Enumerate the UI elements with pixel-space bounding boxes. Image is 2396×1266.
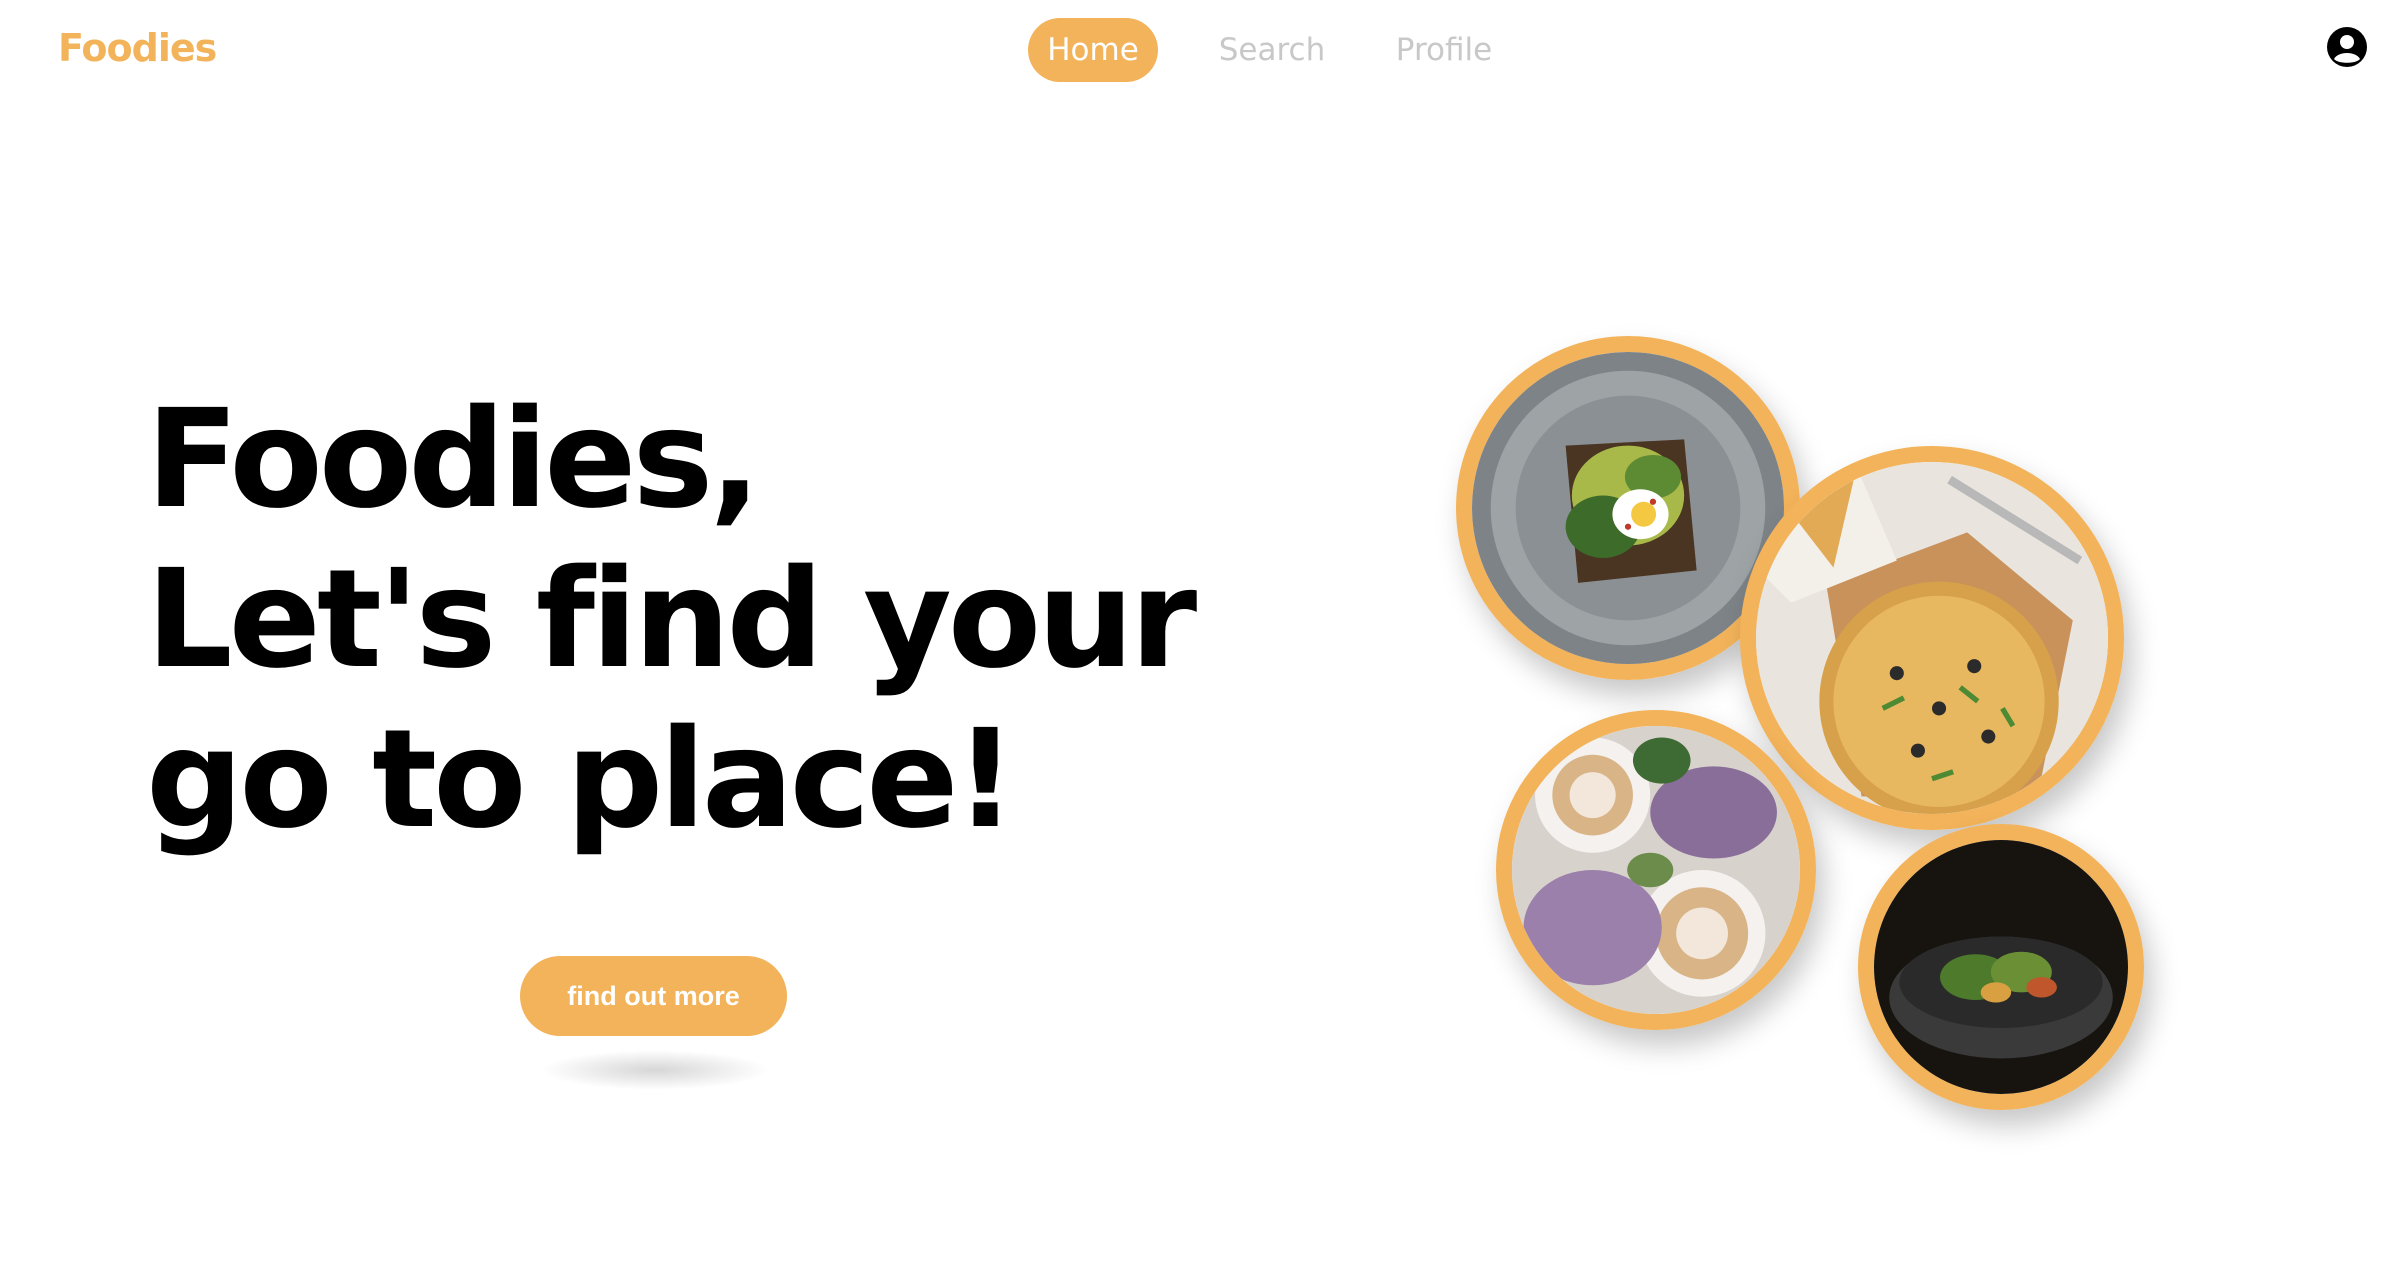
nav-home[interactable]: Home — [1028, 18, 1158, 82]
hero-headline: Foodies, Let's find your go to place! — [146, 380, 1197, 860]
salad-bowl-image — [1858, 824, 2144, 1110]
hero-line-3: go to place! — [146, 701, 1017, 859]
pizza-image — [1740, 446, 2124, 830]
hero-line-1: Foodies, — [146, 381, 761, 539]
nav-profile[interactable]: Profile — [1394, 18, 1494, 82]
coffee-lilacs-image — [1496, 710, 1816, 1030]
brand-logo[interactable]: Foodies — [58, 26, 217, 70]
find-out-more-button[interactable]: find out more — [520, 956, 787, 1036]
main-nav: Home Search Profile — [1028, 18, 1494, 82]
cta-shadow — [540, 1050, 770, 1090]
nav-search[interactable]: Search — [1216, 18, 1328, 82]
account-circle-icon[interactable] — [2326, 26, 2368, 68]
hero-line-2: Let's find your — [146, 541, 1197, 699]
